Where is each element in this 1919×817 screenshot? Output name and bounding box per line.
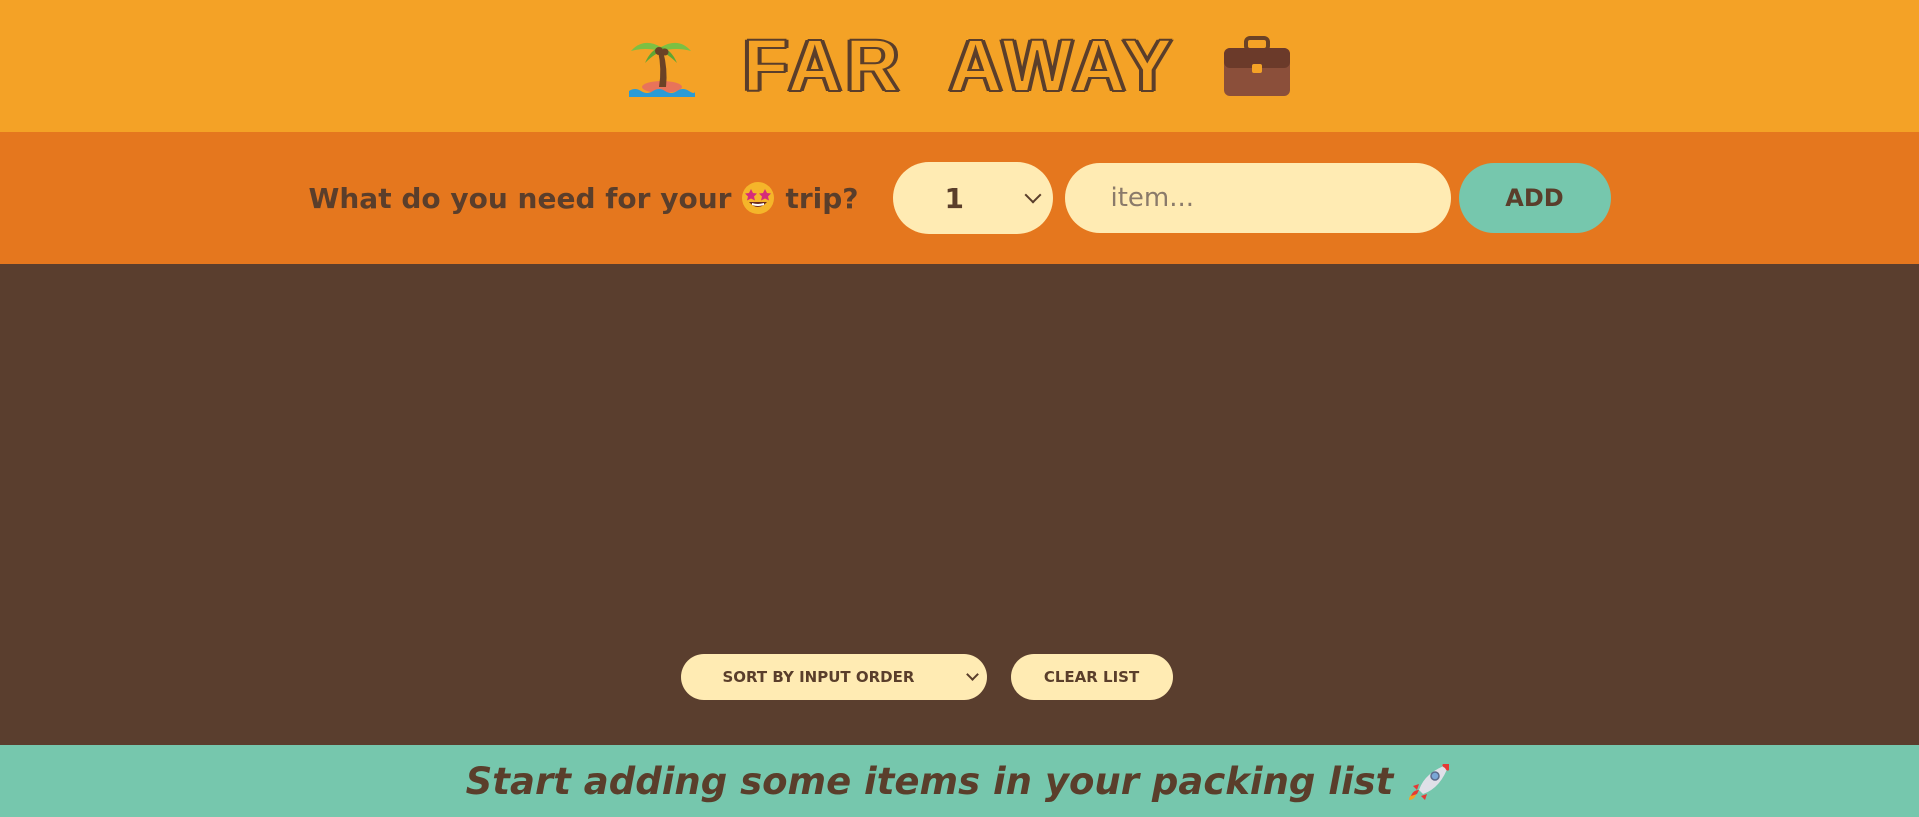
packing-list: SORT BY INPUT ORDER CLEAR LIST [0, 264, 1919, 745]
quantity-value: 1 [944, 181, 964, 215]
stats-footer: Start adding some items in your packing … [0, 745, 1919, 817]
add-item-form: What do you need for your trip? 1 ADD [0, 132, 1919, 264]
add-button[interactable]: ADD [1458, 163, 1611, 233]
sort-value: SORT BY INPUT ORDER [722, 668, 915, 686]
briefcase-icon [1223, 36, 1290, 96]
form-question: What do you need for your trip? [308, 181, 858, 215]
quantity-select[interactable]: 1 [892, 162, 1053, 234]
chevron-down-icon [965, 668, 979, 681]
chevron-down-icon [1024, 186, 1042, 204]
form-question-start: What do you need for your [308, 181, 732, 215]
app-title: FAR AWAY [742, 24, 1176, 107]
item-input[interactable] [1064, 163, 1451, 233]
clear-list-button[interactable]: CLEAR LIST [1010, 654, 1173, 700]
rocket-icon [1409, 764, 1450, 800]
star-struck-icon [742, 182, 775, 214]
form-question-end: trip? [785, 181, 859, 215]
header: FAR AWAY [0, 0, 1919, 132]
palm-island-icon [629, 42, 696, 97]
list-actions: SORT BY INPUT ORDER CLEAR LIST [0, 654, 1919, 700]
sort-select[interactable]: SORT BY INPUT ORDER [680, 654, 987, 700]
app-root: FAR AWAY What do you need for your trip?… [0, 0, 1919, 817]
stats-message: Start adding some items in your packing … [465, 759, 1394, 803]
